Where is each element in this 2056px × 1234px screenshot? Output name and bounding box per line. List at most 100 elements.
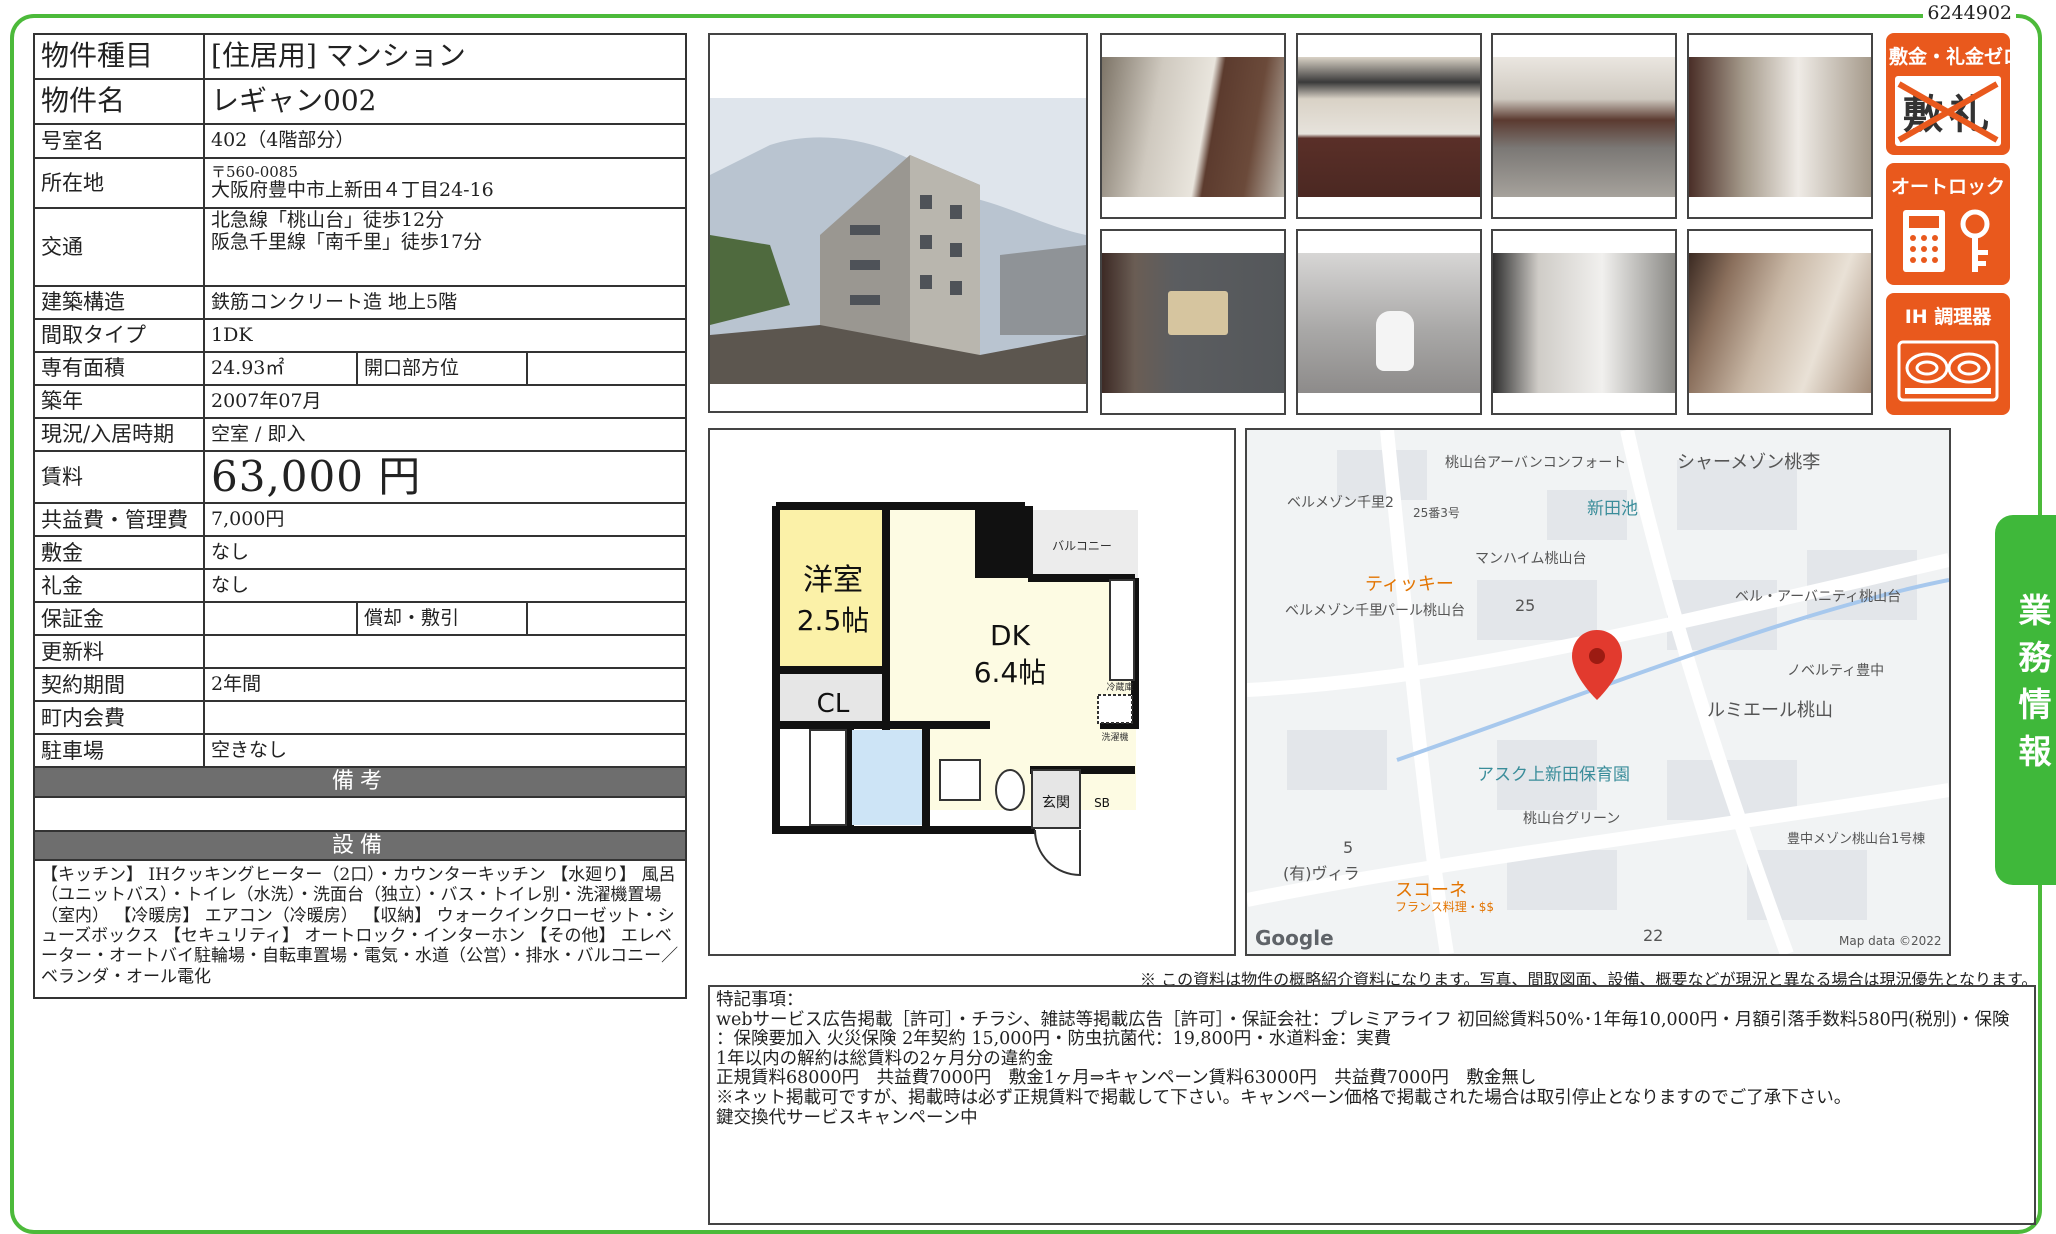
special-notes-line-2: ：保険要加入 火災保険 2年契約 15,000円・防虫抗菌代：19,800円・水… bbox=[716, 1029, 1392, 1050]
map-label-10: ベル・アーバニティ桃山台 bbox=[1735, 589, 1902, 605]
room1-size: 2.5帖 bbox=[797, 604, 870, 637]
value-built: 2007年07月 bbox=[202, 384, 688, 419]
facilities-text: 【キッチン】 IHクッキングヒーター（2口）・カウンターキッチン 【水廻り】 風… bbox=[32, 858, 688, 1000]
label-area: 専有面積 bbox=[33, 351, 205, 386]
map-label-9: 25 bbox=[1515, 596, 1536, 615]
postal-code: 〒560-0085 bbox=[211, 162, 298, 181]
interior-photo-3[interactable] bbox=[1491, 33, 1677, 219]
label-rent: 賃料 bbox=[33, 449, 205, 505]
floor-plan[interactable]: 洋室 2.5帖 DK 6.4帖 CL バルコニー 玄関 SB 冷蔵庫 洗濯機 bbox=[708, 428, 1236, 956]
map-copyright: Map data ©2022 bbox=[1839, 934, 1942, 948]
intercom-photo[interactable] bbox=[1100, 229, 1286, 415]
property-spec-table: 物件種目 [住居用] マンション 物件名 レギャン002 号室名 402（4階部分） … bbox=[32, 33, 688, 1000]
interior-photo-1[interactable] bbox=[1100, 33, 1286, 219]
map-label-0: 桃山台アーバンコンフォート bbox=[1445, 455, 1627, 471]
label-structure: 建築構造 bbox=[33, 285, 205, 320]
property-pin-icon bbox=[1572, 630, 1622, 700]
special-notes-line-3: 1年以内の解約は総賃料の2ヶ月分の違約金 bbox=[716, 1048, 1054, 1069]
label-name: 物件名 bbox=[33, 78, 205, 125]
auto-lock-icon bbox=[1895, 206, 2001, 276]
value-guarantee bbox=[203, 601, 358, 637]
address: 大阪府豊中市上新田４丁目24-16 bbox=[211, 178, 494, 201]
value-amortization bbox=[525, 601, 688, 637]
document-id: 6244902 bbox=[1923, 2, 2016, 24]
map-label-7: ベルメゾン千里 bbox=[1285, 603, 1383, 619]
map-label-1: 新田池 bbox=[1587, 499, 1638, 519]
no-deposit-badge: 敷金・礼金ゼロ 敷礼 bbox=[1886, 33, 2022, 155]
value-name: レギャン002 bbox=[202, 78, 688, 125]
map-label-16: 5 bbox=[1343, 838, 1354, 857]
kitchen-photo[interactable] bbox=[1296, 33, 1482, 219]
balcony-label: バルコニー bbox=[1052, 539, 1112, 553]
label-renewal: 更新料 bbox=[33, 634, 205, 670]
label-fee: 共益費・管理費 bbox=[33, 502, 205, 538]
value-access: 北急線「桃山台」徒歩12分 阪急千里線「南千里」徒歩17分 bbox=[202, 207, 688, 287]
map-label-8: パール桃山台 bbox=[1381, 603, 1465, 619]
bathroom-photo[interactable] bbox=[1687, 229, 1873, 415]
access-line-2: 阪急千里線「南千里」徒歩17分 bbox=[211, 230, 483, 253]
map-label-20: 22 bbox=[1643, 926, 1664, 945]
ih-badge: IH 調理器 bbox=[1886, 293, 2010, 415]
interior-photo-4[interactable] bbox=[1687, 33, 1873, 219]
value-rent: 63,000 円 bbox=[202, 449, 688, 505]
value-renewal bbox=[202, 634, 688, 670]
special-notes-line-5: ※ネット掲載可ですが、掲載時は必ず正規賃料で掲載して下さい。キャンペーン価格で掲… bbox=[716, 1087, 1852, 1108]
map-label-5: マンハイム桃山台 bbox=[1475, 551, 1587, 567]
value-contract: 2年間 bbox=[202, 667, 688, 703]
value-type: [住居用] マンション bbox=[202, 33, 688, 80]
closet-label: CL bbox=[817, 689, 850, 719]
exterior-photo[interactable] bbox=[708, 33, 1088, 413]
value-orientation bbox=[525, 351, 688, 386]
label-amortization: 償却・敷引 bbox=[356, 601, 528, 637]
map-label-19: フランス料理・$$ bbox=[1395, 900, 1495, 914]
value-key-money: なし bbox=[202, 568, 688, 604]
ih-label: IH 調理器 bbox=[1904, 306, 1992, 328]
auto-lock-label: オートロック bbox=[1890, 176, 2005, 198]
label-contract: 契約期間 bbox=[33, 667, 205, 703]
value-layout: 1DK bbox=[202, 318, 688, 353]
fridge-label: 冷蔵庫 bbox=[1106, 681, 1133, 693]
map-label-13: アスク上新田保育園 bbox=[1477, 765, 1630, 785]
map-label-17: (有)ヴィラ bbox=[1283, 864, 1360, 883]
auto-lock-badge: オートロック bbox=[1886, 163, 2010, 285]
label-association: 町内会費 bbox=[33, 700, 205, 736]
map-label-4: 25番3号 bbox=[1413, 506, 1460, 520]
label-access: 交通 bbox=[33, 207, 205, 287]
label-parking: 駐車場 bbox=[33, 733, 205, 769]
map-label-14: 桃山台グリーン bbox=[1523, 811, 1621, 827]
google-logo: Google bbox=[1255, 926, 1334, 950]
label-orientation: 開口部方位 bbox=[356, 351, 528, 386]
map-label-6: ティッキー bbox=[1365, 574, 1454, 595]
label-type: 物件種目 bbox=[33, 33, 205, 80]
entrance-label: 玄関 bbox=[1042, 794, 1070, 811]
value-address: 〒560-0085 大阪府豊中市上新田４丁目24-16 bbox=[202, 157, 688, 209]
map-label-2: シャーメゾン桃李 bbox=[1677, 452, 1821, 473]
no-deposit-icon: 敷礼 bbox=[1895, 76, 2001, 146]
location-map[interactable]: 桃山台アーバンコンフォート 新田池 シャーメゾン桃李 ベルメゾン千里2 25番3… bbox=[1245, 428, 1951, 956]
label-deposit: 敷金 bbox=[33, 535, 205, 571]
washroom-photo[interactable] bbox=[1491, 229, 1677, 415]
value-room: 402（4階部分） bbox=[202, 123, 688, 159]
facilities-header: 設備 bbox=[32, 829, 688, 861]
room2-size: 6.4帖 bbox=[974, 656, 1047, 689]
special-notes-line-4: 正規賃料68000円 共益費7000円 敷金1ヶ月⇒キャンペーン賃料63000円… bbox=[716, 1068, 1537, 1089]
special-notes-title: 特記事項： bbox=[716, 990, 804, 1010]
business-info-tab[interactable]: 業務情報 bbox=[1995, 515, 2056, 885]
map-label-11: ノベルティ豊中 bbox=[1787, 663, 1885, 679]
value-fee: 7,000円 bbox=[202, 502, 688, 538]
ih-stove-icon bbox=[1895, 336, 2001, 406]
business-info-label: 業務情報 bbox=[2013, 593, 2052, 781]
value-parking: 空きなし bbox=[202, 733, 688, 769]
room1-label: 洋室 bbox=[803, 563, 863, 598]
map-label-3: ベルメゾン千里2 bbox=[1287, 495, 1394, 511]
map-label-15: 豊中メゾン桃山台1号棟 bbox=[1787, 832, 1926, 847]
toilet-photo[interactable] bbox=[1296, 229, 1482, 415]
value-deposit: なし bbox=[202, 535, 688, 571]
value-area: 24.93㎡ bbox=[203, 351, 358, 386]
remarks-header: 備考 bbox=[32, 766, 688, 798]
map-label-12: ルミエール桃山 bbox=[1707, 700, 1833, 721]
label-layout: 間取タイプ bbox=[33, 318, 205, 353]
room2-label: DK bbox=[990, 619, 1031, 652]
label-room: 号室名 bbox=[33, 123, 205, 159]
special-notes-line-1: webサービス広告掲載［許可］・チラシ、雑誌等掲載広告［許可］・保証会社：プレミ… bbox=[716, 1009, 2010, 1030]
